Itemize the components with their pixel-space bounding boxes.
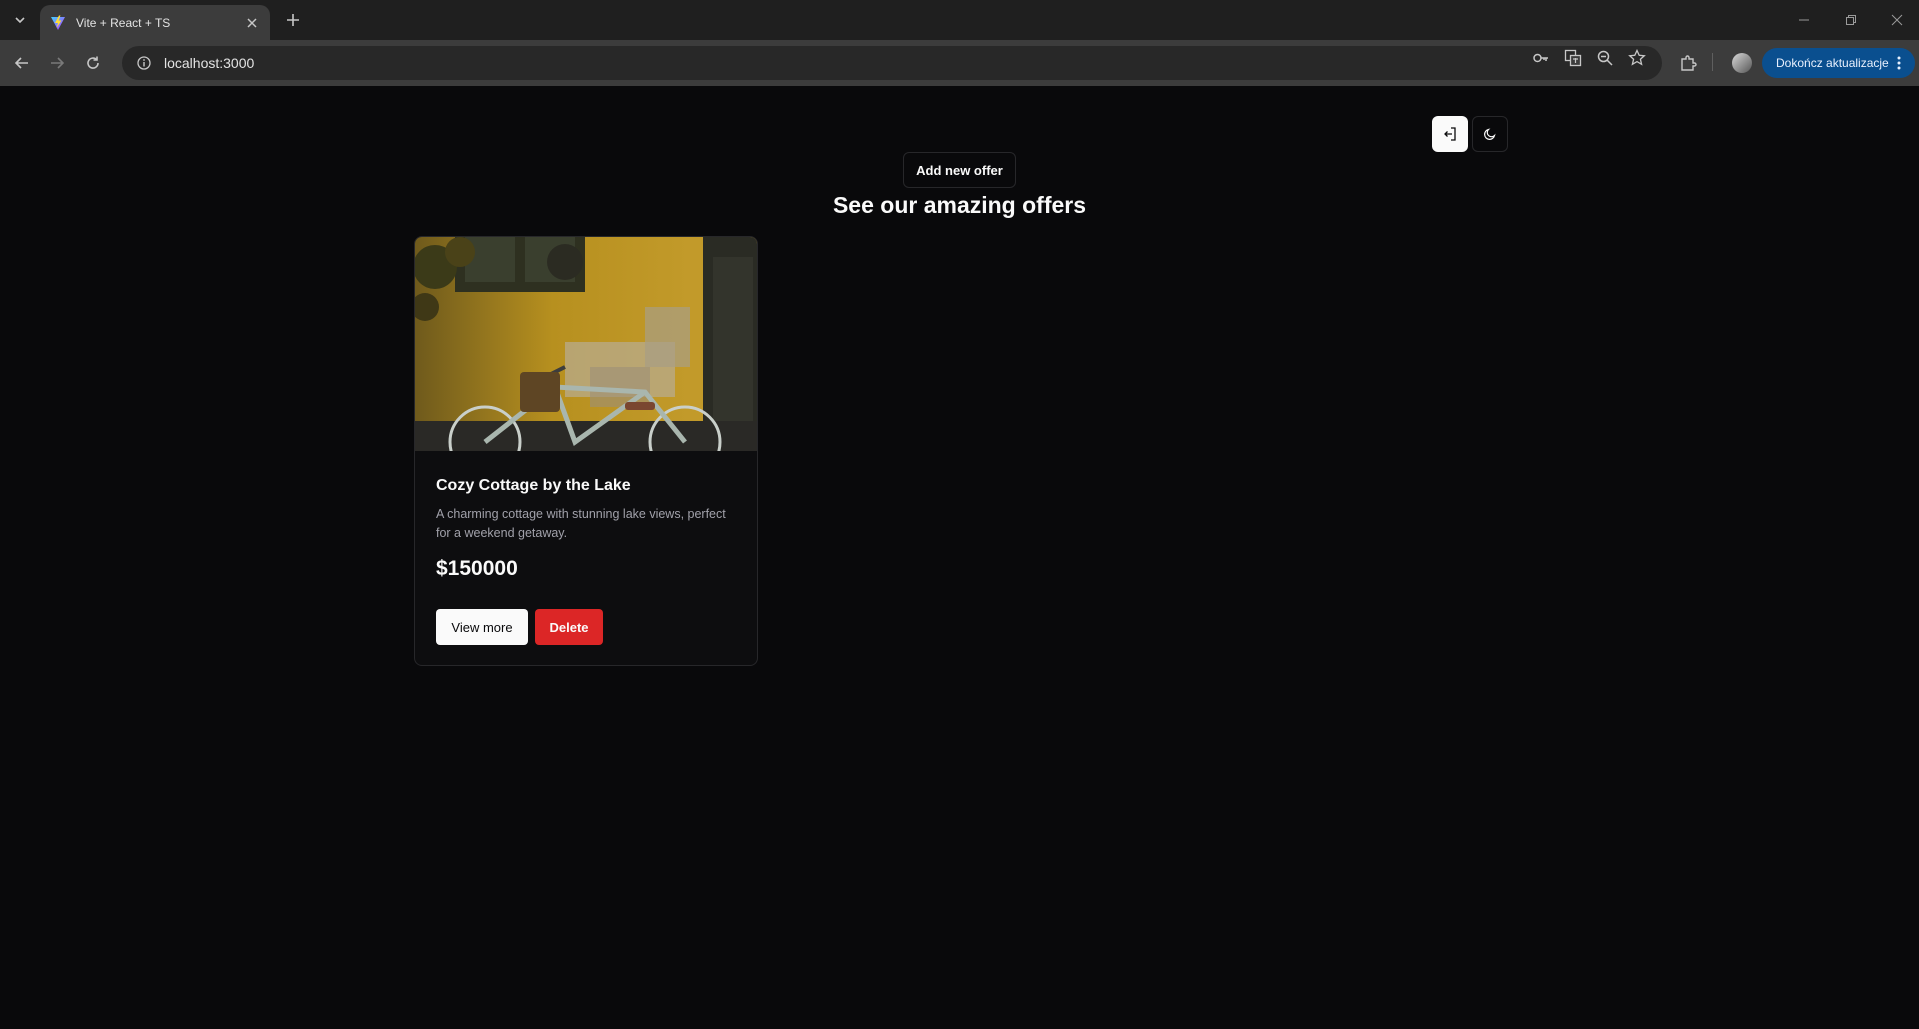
update-button[interactable]: Dokończ aktualizacje [1762,48,1915,78]
toolbar-separator [1712,53,1713,71]
close-icon [1891,14,1903,26]
tab-title: Vite + React + TS [76,15,171,30]
url-text: localhost:3000 [164,55,255,71]
offer-description: A charming cottage with stunning lake vi… [436,507,726,540]
logout-button[interactable] [1432,116,1468,152]
tab-search-button[interactable] [8,8,32,32]
address-bar[interactable]: localhost:3000 [122,46,1662,80]
tab-close-button[interactable] [244,15,260,31]
view-more-button[interactable]: View more [436,609,528,645]
browser-tab-strip: Vite + React + TS [0,0,1919,40]
theme-toggle-button[interactable] [1472,116,1508,152]
delete-button[interactable]: Delete [535,609,603,645]
info-icon[interactable] [136,55,152,71]
browser-toolbar: localhost:3000 [0,40,1919,86]
moon-icon [1484,128,1496,140]
back-button[interactable] [10,51,34,75]
update-button-label: Dokończ aktualizacje [1776,56,1889,70]
arrow-right-icon [51,57,65,69]
logout-icon [1444,127,1456,141]
offer-price: $150000 [436,557,518,580]
forward-button[interactable] [45,51,69,75]
minimize-window-button[interactable] [1792,8,1816,32]
vite-logo-icon [51,15,65,30]
minimize-icon [1799,19,1809,21]
star-icon[interactable] [1628,49,1646,67]
plus-icon [287,14,299,26]
offer-title: Cozy Cottage by the Lake [436,477,631,494]
restore-window-button[interactable] [1839,8,1863,32]
puzzle-icon[interactable] [1678,53,1698,73]
key-icon[interactable] [1532,49,1550,67]
page-viewport: Add new offer See our amazing offers Coz… [0,86,1919,1029]
browser-tab[interactable]: Vite + React + TS [40,5,270,40]
offer-card: Cozy Cottage by the Lake A charming cott… [414,236,758,666]
offer-image [415,237,757,451]
profile-avatar[interactable] [1732,53,1752,73]
translate-icon[interactable] [1564,49,1582,67]
close-icon [247,17,257,28]
close-window-button[interactable] [1885,8,1909,32]
arrow-left-icon [14,57,28,69]
restore-icon [1846,15,1856,25]
kebab-menu-icon[interactable] [1891,55,1907,71]
zoom-out-icon[interactable] [1596,49,1614,67]
new-tab-button[interactable] [281,8,305,32]
chevron-down-icon [15,17,25,24]
add-new-offer-button[interactable]: Add new offer [903,152,1016,188]
reload-button[interactable] [81,51,105,75]
page-title: See our amazing offers [832,192,1087,218]
reload-icon [87,56,99,69]
